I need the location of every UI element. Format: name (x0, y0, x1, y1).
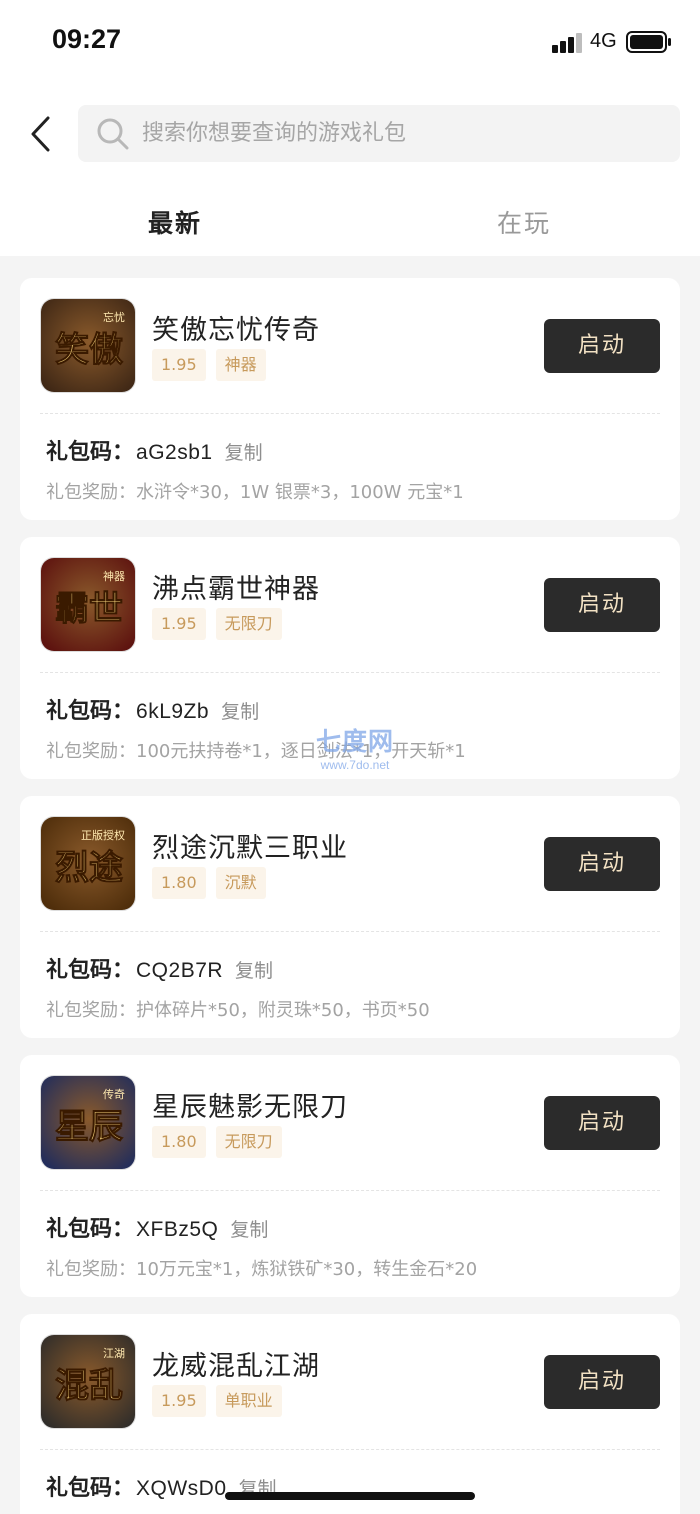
game-tag: 1.95 (152, 349, 206, 381)
game-icon[interactable]: 笑傲 忘忧 (40, 298, 136, 393)
game-icon-title: 星辰 (55, 1107, 123, 1147)
reward-label: 礼包奖励： (46, 741, 136, 762)
game-icon-title: 笑傲 (55, 330, 123, 370)
watermark-url: www.7do.net (320, 758, 390, 772)
divider (40, 931, 660, 932)
copy-button[interactable]: 复制 (230, 1215, 268, 1242)
game-icon-subtitle: 神器 (103, 569, 125, 583)
tag-row: 1.80 无限刀 (152, 1126, 282, 1158)
game-icon[interactable]: 烈途 正版授权 (40, 816, 136, 911)
gift-code-label: 礼包码： (46, 1476, 135, 1501)
back-button[interactable] (22, 112, 58, 156)
tag-row: 1.95 神器 (152, 349, 266, 381)
game-name: 星辰魅影无限刀 (152, 1092, 348, 1123)
game-name: 沸点霸世神器 (152, 574, 320, 605)
search-input[interactable] (142, 121, 662, 146)
reward-row: 礼包奖励：护体碎片*50，附灵珠*50，书页*50 (46, 996, 430, 1022)
game-icon-title: 混乱 (55, 1366, 123, 1406)
gift-code-value: XFBz5Q (136, 1218, 219, 1241)
gift-code-label: 礼包码： (46, 440, 135, 465)
divider (40, 413, 660, 414)
game-tag: 单职业 (215, 1385, 282, 1417)
gift-pack-card: 烈途 正版授权 烈途沉默三职业 1.80 沉默 启动 礼包码： CQ2B7R 复制… (20, 796, 680, 1038)
game-icon-subtitle: 传奇 (103, 1088, 125, 1101)
game-icon-title: 霸世 (55, 589, 123, 629)
game-name: 龙威混乱江湖 (152, 1351, 320, 1382)
launch-button[interactable]: 启动 (544, 1355, 660, 1409)
launch-button[interactable]: 启动 (544, 319, 660, 373)
gift-code-value: aG2sb1 (136, 441, 213, 464)
divider (40, 1449, 660, 1450)
battery-icon (626, 31, 671, 53)
search-icon (96, 117, 130, 151)
gift-pack-card: 笑傲 忘忧 笑傲忘忧传奇 1.95 神器 启动 礼包码： aG2sb1 复制 礼包… (20, 278, 680, 520)
game-tag: 1.95 (152, 1385, 206, 1417)
reward-text: 水浒令*30，1W 银票*3，100W 元宝*1 (136, 482, 464, 503)
status-time: 09:27 (52, 24, 122, 54)
gift-code-row: 礼包码： CQ2B7R 复制 (46, 952, 273, 984)
game-icon[interactable]: 混乱 江湖 (40, 1334, 136, 1429)
game-tag: 沉默 (215, 867, 266, 899)
game-icon-title: 烈途 (55, 848, 123, 888)
game-tag: 1.80 (152, 867, 206, 899)
game-name: 烈途沉默三职业 (152, 833, 348, 864)
tag-row: 1.80 沉默 (152, 867, 266, 899)
header: 最新 在玩 (0, 84, 700, 256)
status-bar: 09:27 4G (0, 0, 700, 84)
gift-code-value: XQWsD0 (136, 1477, 227, 1500)
chevron-left-icon (31, 116, 50, 152)
gift-code-label: 礼包码： (46, 1217, 135, 1242)
game-name: 笑傲忘忧传奇 (152, 315, 320, 346)
network-type: 4G (590, 30, 617, 52)
gift-code-row: 礼包码： XFBz5Q 复制 (46, 1211, 268, 1243)
copy-button[interactable]: 复制 (235, 956, 273, 983)
reward-row: 礼包奖励：水浒令*30，1W 银票*3，100W 元宝*1 (46, 478, 464, 504)
reward-label: 礼包奖励： (46, 482, 136, 503)
game-icon-subtitle: 正版授权 (81, 828, 125, 842)
game-tag: 1.95 (152, 608, 206, 640)
gift-code-value: CQ2B7R (136, 959, 224, 982)
launch-button[interactable]: 启动 (544, 578, 660, 632)
signal-icon (552, 33, 582, 53)
tab-latest[interactable]: 最新 (148, 204, 202, 240)
divider (40, 1190, 660, 1191)
launch-button[interactable]: 启动 (544, 1096, 660, 1150)
tag-row: 1.95 单职业 (152, 1385, 282, 1417)
reward-label: 礼包奖励： (46, 1259, 136, 1280)
reward-label: 礼包奖励： (46, 1000, 136, 1021)
reward-text: 护体碎片*50，附灵珠*50，书页*50 (136, 1000, 430, 1021)
game-icon-subtitle: 江湖 (103, 1347, 125, 1360)
watermark: 七度网 www.7do.net (300, 722, 410, 772)
game-tag: 神器 (215, 349, 266, 381)
copy-button[interactable]: 复制 (221, 697, 259, 724)
game-icon[interactable]: 霸世 神器 (40, 557, 136, 652)
gift-code-label: 礼包码： (46, 699, 135, 724)
game-icon-subtitle: 忘忧 (103, 310, 125, 324)
divider (40, 672, 660, 673)
reward-text: 10万元宝*1，炼狱铁矿*30，转生金石*20 (136, 1259, 478, 1280)
reward-row: 礼包奖励：10万元宝*1，炼狱铁矿*30，转生金石*20 (46, 1255, 477, 1281)
gift-code-value: 6kL9Zb (136, 700, 210, 723)
search-box[interactable] (78, 105, 680, 162)
game-icon[interactable]: 星辰 传奇 (40, 1075, 136, 1170)
game-tag: 无限刀 (215, 608, 282, 640)
home-indicator (225, 1492, 475, 1500)
tab-playing[interactable]: 在玩 (497, 204, 551, 240)
gift-code-label: 礼包码： (46, 958, 135, 983)
gift-code-row: 礼包码： 6kL9Zb 复制 (46, 693, 259, 725)
watermark-text: 七度网 (315, 727, 394, 756)
gift-pack-card: 混乱 江湖 龙威混乱江湖 1.95 单职业 启动 礼包码： XQWsD0 复制 (20, 1314, 680, 1514)
game-tag: 1.80 (152, 1126, 206, 1158)
tag-row: 1.95 无限刀 (152, 608, 282, 640)
gift-code-row: 礼包码： aG2sb1 复制 (46, 434, 263, 466)
gift-pack-card: 星辰 传奇 星辰魅影无限刀 1.80 无限刀 启动 礼包码： XFBz5Q 复制 … (20, 1055, 680, 1297)
copy-button[interactable]: 复制 (225, 438, 263, 465)
launch-button[interactable]: 启动 (544, 837, 660, 891)
game-tag: 无限刀 (215, 1126, 282, 1158)
